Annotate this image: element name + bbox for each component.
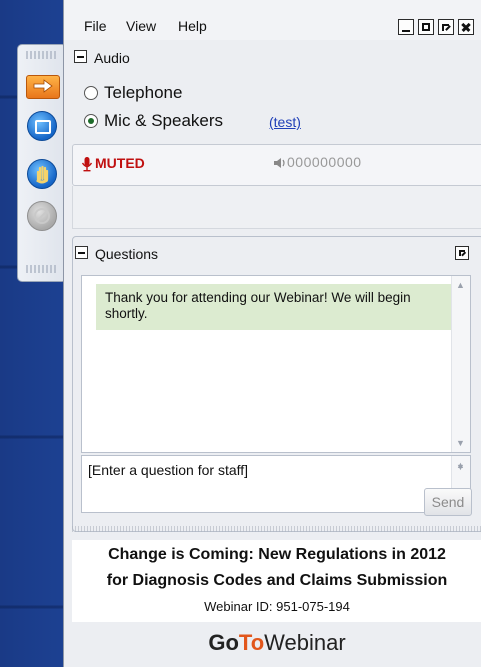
- organizer-message: Thank you for attending our Webinar! We …: [96, 284, 452, 330]
- collapse-audio-button[interactable]: [74, 50, 87, 63]
- minimize-button[interactable]: [398, 19, 414, 35]
- mic-speakers-label[interactable]: Mic & Speakers: [104, 111, 223, 131]
- arrow-right-icon: [33, 79, 53, 93]
- control-panel: File View Help Audio Telephone Mic & Spe…: [63, 0, 481, 667]
- mute-status-row: MUTED 000000000: [72, 144, 481, 186]
- show-hide-panel-button[interactable]: [26, 75, 60, 99]
- audio-title: Audio: [94, 50, 130, 66]
- close-button[interactable]: [458, 19, 474, 35]
- hand-icon: [36, 165, 49, 184]
- telephone-radio[interactable]: [84, 86, 98, 100]
- menu-file[interactable]: File: [84, 18, 107, 34]
- collapse-questions-button[interactable]: [75, 246, 88, 259]
- question-input[interactable]: [Enter a question for staff] ▲ ▼: [81, 455, 471, 513]
- webinar-id: Webinar ID: 951-075-194: [204, 599, 350, 614]
- log-scrollbar[interactable]: ▲ ▼: [451, 276, 470, 452]
- menu-bar: File View Help: [64, 0, 481, 40]
- test-audio-link[interactable]: (test): [269, 114, 301, 130]
- raise-hand-button[interactable]: [27, 159, 57, 189]
- telephone-label[interactable]: Telephone: [104, 83, 182, 103]
- disabled-action-button[interactable]: [27, 201, 57, 231]
- questions-popout-button[interactable]: [455, 246, 469, 260]
- control-grab-tab: [17, 44, 67, 282]
- muted-status: MUTED: [95, 155, 145, 171]
- scroll-down-icon[interactable]: ▼: [456, 438, 465, 448]
- screen-icon: [35, 120, 51, 134]
- webinar-title-line1: Change is Coming: New Regulations in 201…: [108, 546, 446, 563]
- microphone-icon[interactable]: [81, 156, 93, 172]
- questions-section-header: Questions: [73, 243, 481, 265]
- restore-button[interactable]: [418, 19, 434, 35]
- audio-section-header: Audio: [72, 47, 481, 69]
- gotowebinar-logo: GoToWebinar: [208, 630, 346, 655]
- popout-button[interactable]: [438, 19, 454, 35]
- menu-help[interactable]: Help: [178, 18, 207, 34]
- panel-divider: [72, 526, 481, 532]
- grip-top-icon[interactable]: [26, 51, 58, 59]
- questions-panel: Questions Thank you for attending our We…: [72, 236, 481, 532]
- webinar-info: Change is Coming: New Regulations in 201…: [72, 540, 481, 628]
- volume-meter: 000000000: [287, 154, 362, 170]
- question-input-placeholder: [Enter a question for staff]: [88, 462, 249, 478]
- scroll-up-icon[interactable]: ▲: [456, 280, 465, 290]
- screen-toggle-button[interactable]: [27, 111, 57, 141]
- mic-speakers-radio[interactable]: [84, 114, 98, 128]
- webinar-title-line2: for Diagnosis Codes and Claims Submissio…: [106, 572, 448, 589]
- menu-view[interactable]: View: [126, 18, 156, 34]
- audio-blank-area: [72, 186, 481, 229]
- brand-footer: GoToWebinar: [72, 622, 481, 667]
- send-button[interactable]: Send: [424, 488, 472, 516]
- speaker-icon: [274, 158, 285, 168]
- message-text: Thank you for attending our Webinar! We …: [105, 290, 411, 321]
- disabled-icon: [34, 208, 50, 224]
- grip-bottom-icon[interactable]: [26, 265, 58, 273]
- questions-log: Thank you for attending our Webinar! We …: [81, 275, 471, 453]
- questions-title: Questions: [95, 246, 159, 262]
